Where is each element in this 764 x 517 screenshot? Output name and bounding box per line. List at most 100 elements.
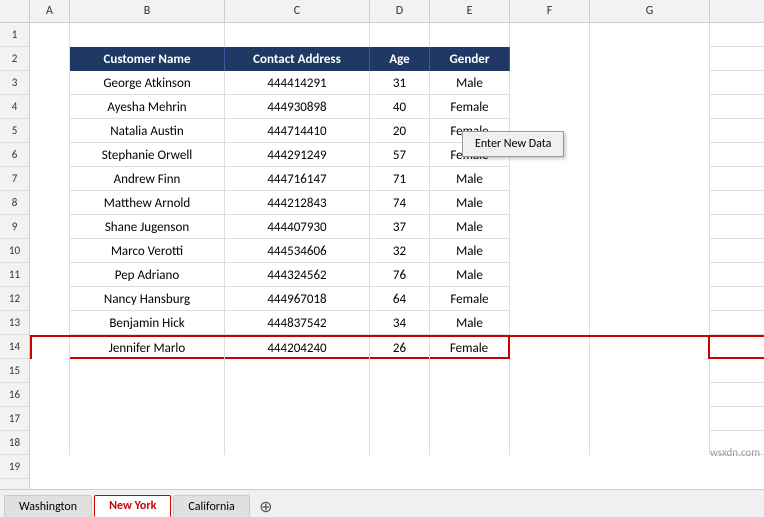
cell-11c[interactable]: 444324562 xyxy=(225,263,370,287)
cell-14g[interactable] xyxy=(590,337,710,361)
cell-header-age: Age xyxy=(370,47,430,71)
cell-7f[interactable] xyxy=(510,167,590,191)
row-num-11: 11 xyxy=(0,263,29,287)
cell-6g[interactable]: Enter New Data xyxy=(590,143,710,167)
cell-3g[interactable] xyxy=(590,71,710,95)
cell-7d[interactable]: 71 xyxy=(370,167,430,191)
cell-1b[interactable] xyxy=(70,23,225,47)
cell-4a[interactable] xyxy=(30,95,70,119)
cell-1d[interactable] xyxy=(370,23,430,47)
cell-12c[interactable]: 444967018 xyxy=(225,287,370,311)
cell-8d[interactable]: 74 xyxy=(370,191,430,215)
cell-3f[interactable] xyxy=(510,71,590,95)
cell-13f[interactable] xyxy=(510,311,590,335)
cell-13g[interactable] xyxy=(590,311,710,335)
cell-5a[interactable] xyxy=(30,119,70,143)
cell-4b[interactable]: Ayesha Mehrin xyxy=(70,95,225,119)
cell-9b[interactable]: Shane Jugenson xyxy=(70,215,225,239)
cell-10b[interactable]: Marco Verotti xyxy=(70,239,225,263)
cell-12a[interactable] xyxy=(30,287,70,311)
cell-8a[interactable] xyxy=(30,191,70,215)
cell-10f[interactable] xyxy=(510,239,590,263)
cell-3a[interactable] xyxy=(30,71,70,95)
cell-6a[interactable] xyxy=(30,143,70,167)
cell-1c[interactable] xyxy=(225,23,370,47)
cell-9g[interactable] xyxy=(590,215,710,239)
cell-1f[interactable] xyxy=(510,23,590,47)
cell-6b[interactable]: Stephanie Orwell xyxy=(70,143,225,167)
cell-8e[interactable]: Male xyxy=(430,191,510,215)
row-num-18: 18 xyxy=(0,431,29,455)
cell-14a[interactable] xyxy=(30,337,70,361)
cell-7a[interactable] xyxy=(30,167,70,191)
cell-10a[interactable] xyxy=(30,239,70,263)
cell-5g[interactable] xyxy=(590,119,710,143)
cell-10d[interactable]: 32 xyxy=(370,239,430,263)
cell-4e[interactable]: Female xyxy=(430,95,510,119)
row-num-12: 12 xyxy=(0,287,29,311)
cell-11a[interactable] xyxy=(30,263,70,287)
cell-4g[interactable] xyxy=(590,95,710,119)
cell-5d[interactable]: 20 xyxy=(370,119,430,143)
cell-14e[interactable]: Female xyxy=(430,337,510,361)
cell-13d[interactable]: 34 xyxy=(370,311,430,335)
cell-3e[interactable]: Male xyxy=(430,71,510,95)
add-sheet-button[interactable]: ⊕ xyxy=(256,497,276,517)
cell-12f[interactable] xyxy=(510,287,590,311)
cell-4d[interactable]: 40 xyxy=(370,95,430,119)
cell-13c[interactable]: 444837542 xyxy=(225,311,370,335)
cell-11d[interactable]: 76 xyxy=(370,263,430,287)
cell-14d[interactable]: 26 xyxy=(370,337,430,361)
cell-11b[interactable]: Pep Adriano xyxy=(70,263,225,287)
cell-5b[interactable]: Natalia Austin xyxy=(70,119,225,143)
cell-11g[interactable] xyxy=(590,263,710,287)
cell-9e[interactable]: Male xyxy=(430,215,510,239)
cell-13a[interactable] xyxy=(30,311,70,335)
row-num-8: 8 xyxy=(0,191,29,215)
cell-6d[interactable]: 57 xyxy=(370,143,430,167)
cell-12e[interactable]: Female xyxy=(430,287,510,311)
cell-10c[interactable]: 444534606 xyxy=(225,239,370,263)
cell-10e[interactable]: Male xyxy=(430,239,510,263)
cell-7b[interactable]: Andrew Finn xyxy=(70,167,225,191)
cell-11e[interactable]: Male xyxy=(430,263,510,287)
cell-14c[interactable]: 444204240 xyxy=(225,337,370,361)
cell-7e[interactable]: Male xyxy=(430,167,510,191)
cell-13b[interactable]: Benjamin Hick xyxy=(70,311,225,335)
cell-4c[interactable]: 444930898 xyxy=(225,95,370,119)
table-row: Marco Verotti 444534606 32 Male xyxy=(30,239,764,263)
cell-8f[interactable] xyxy=(510,191,590,215)
tab-new-york[interactable]: New York xyxy=(94,495,171,517)
cell-12d[interactable]: 64 xyxy=(370,287,430,311)
cell-2a[interactable] xyxy=(30,47,70,71)
cell-2f[interactable] xyxy=(510,47,590,71)
cell-11f[interactable] xyxy=(510,263,590,287)
cell-1g[interactable] xyxy=(590,23,710,47)
cell-8g[interactable] xyxy=(590,191,710,215)
cell-4f[interactable] xyxy=(510,95,590,119)
cell-14f[interactable] xyxy=(510,337,590,361)
cell-10g[interactable] xyxy=(590,239,710,263)
cell-8c[interactable]: 444212843 xyxy=(225,191,370,215)
cell-14b[interactable]: Jennifer Marlo xyxy=(70,337,225,361)
cell-12g[interactable] xyxy=(590,287,710,311)
tab-california[interactable]: California xyxy=(173,495,249,517)
tab-washington[interactable]: Washington xyxy=(4,495,92,517)
cell-9d[interactable]: 37 xyxy=(370,215,430,239)
cell-7c[interactable]: 444716147 xyxy=(225,167,370,191)
cell-9f[interactable] xyxy=(510,215,590,239)
cell-1a[interactable] xyxy=(30,23,70,47)
cell-9a[interactable] xyxy=(30,215,70,239)
cell-2g[interactable] xyxy=(590,47,710,71)
cell-3d[interactable]: 31 xyxy=(370,71,430,95)
cell-6c[interactable]: 444291249 xyxy=(225,143,370,167)
cell-1e[interactable] xyxy=(430,23,510,47)
cell-7g[interactable] xyxy=(590,167,710,191)
cell-12b[interactable]: Nancy Hansburg xyxy=(70,287,225,311)
cell-13e[interactable]: Male xyxy=(430,311,510,335)
cell-5c[interactable]: 444714410 xyxy=(225,119,370,143)
cell-3c[interactable]: 444414291 xyxy=(225,71,370,95)
cell-8b[interactable]: Matthew Arnold xyxy=(70,191,225,215)
cell-3b[interactable]: George Atkinson xyxy=(70,71,225,95)
cell-9c[interactable]: 444407930 xyxy=(225,215,370,239)
